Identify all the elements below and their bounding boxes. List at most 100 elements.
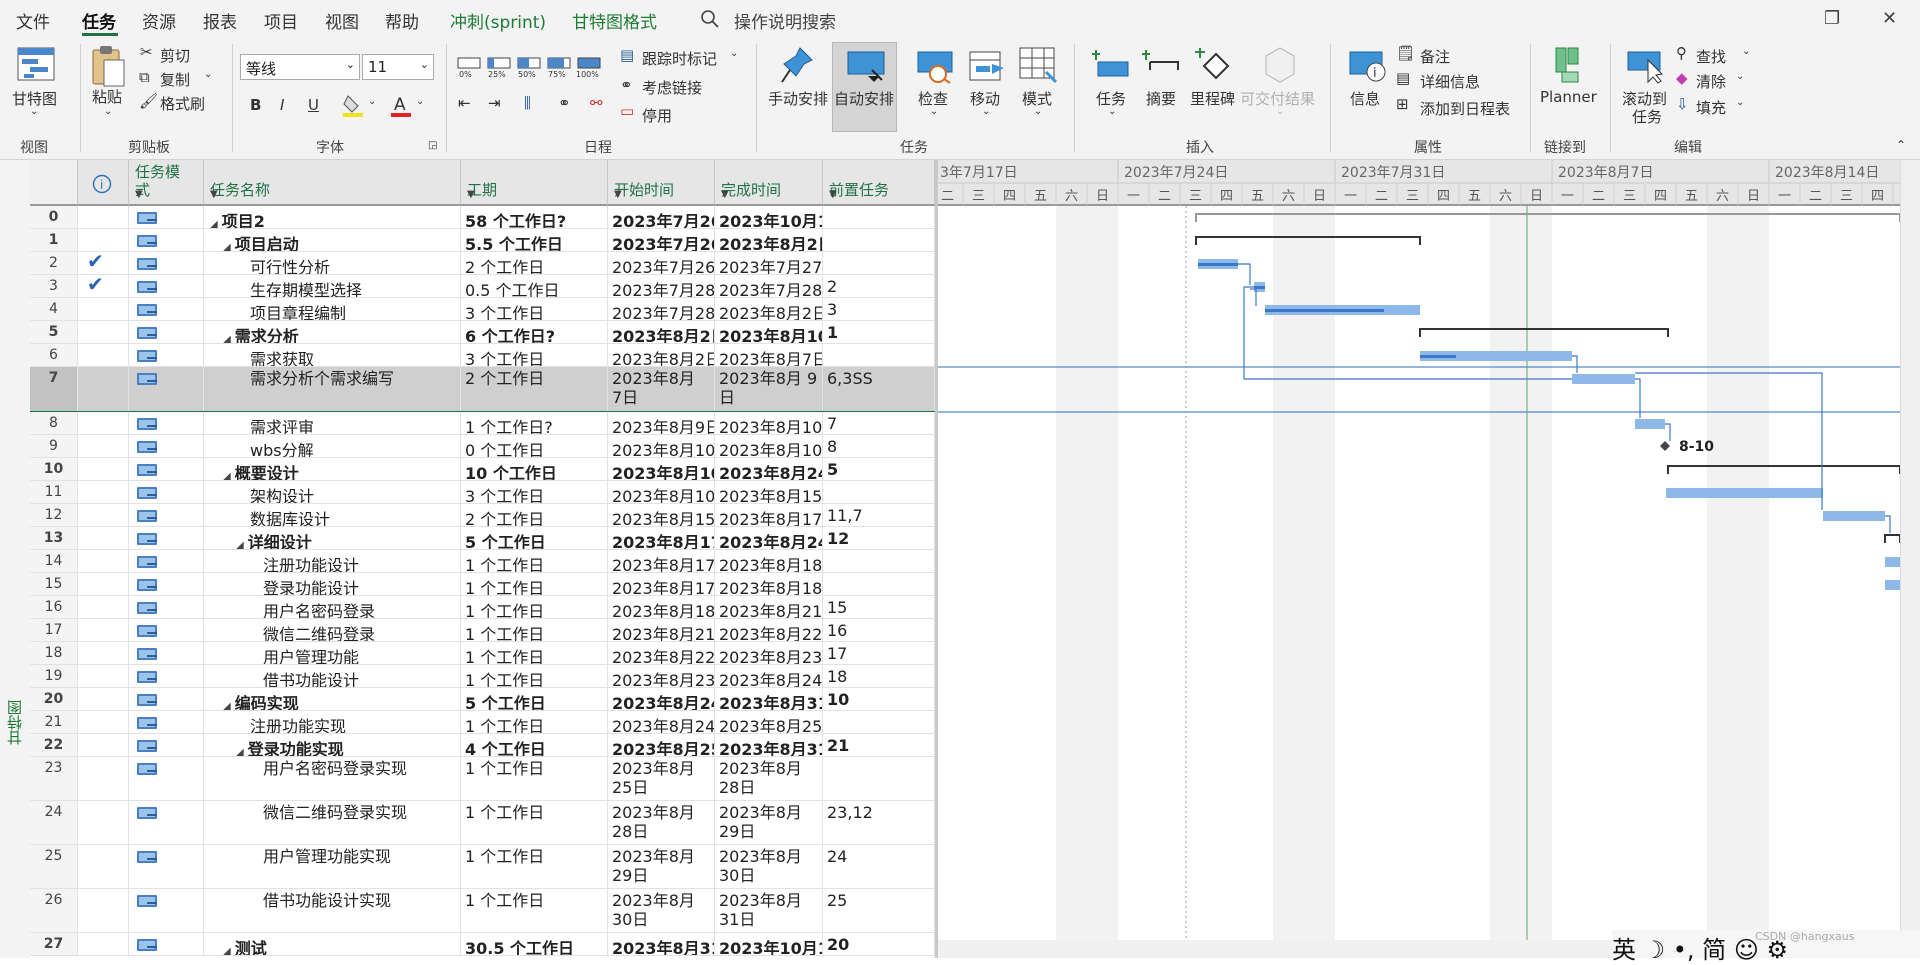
- collapse-icon[interactable]: ◢: [223, 471, 231, 480]
- scissors-icon[interactable]: ✂: [140, 43, 153, 61]
- row-id-cell[interactable]: 6: [30, 344, 78, 366]
- duration-cell[interactable]: 5.5 个工作日: [461, 229, 608, 251]
- task-mode-cell[interactable]: [129, 573, 204, 595]
- task-name-cell[interactable]: ◢ 登录功能实现: [204, 734, 461, 756]
- finish-cell[interactable]: 2023年8月25: [715, 711, 823, 733]
- predecessors-cell[interactable]: 6,3SS: [823, 367, 935, 411]
- task-mode-cell[interactable]: [129, 801, 204, 844]
- finish-cell[interactable]: 2023年8月2日: [715, 229, 823, 251]
- row-id-cell[interactable]: 16: [30, 596, 78, 618]
- duration-cell[interactable]: 1 个工作日: [461, 757, 608, 800]
- tab-view[interactable]: 视图: [325, 8, 359, 33]
- font-family-select[interactable]: 等线 ⌄: [240, 54, 360, 80]
- start-cell[interactable]: 2023年8月15: [608, 504, 715, 526]
- predecessors-cell[interactable]: [823, 711, 935, 733]
- table-row[interactable]: 22 ◢ 登录功能实现 4 个工作日 2023年8月25 2023年8月31 21: [30, 734, 935, 757]
- finish-cell[interactable]: 2023年8月17: [715, 504, 823, 526]
- find-button[interactable]: 查找: [1696, 46, 1726, 67]
- duration-cell[interactable]: 1 个工作日: [461, 596, 608, 618]
- fill-dropdown[interactable]: ⌄: [1736, 97, 1744, 108]
- finish-cell[interactable]: 2023年8月10: [715, 412, 823, 434]
- duration-cell[interactable]: 0.5 个工作日: [461, 275, 608, 297]
- link-tasks-icon[interactable]: ⚭: [558, 94, 571, 112]
- task-mode-cell[interactable]: [129, 711, 204, 733]
- header-task-name[interactable]: 任务名称 ▼: [204, 160, 461, 206]
- table-row[interactable]: 15 登录功能设计 1 个工作日 2023年8月17 2023年8月18: [30, 573, 935, 596]
- row-id-cell[interactable]: 11: [30, 481, 78, 503]
- predecessors-cell[interactable]: 10: [823, 688, 935, 710]
- respect-links-button[interactable]: 考虑链接: [642, 77, 702, 98]
- finish-cell[interactable]: 2023年7月28: [715, 275, 823, 297]
- row-id-cell[interactable]: 25: [30, 845, 78, 888]
- finish-cell[interactable]: 2023年8月18: [715, 550, 823, 572]
- table-row[interactable]: 3 ✔ 生存期模型选择 0.5 个工作日 2023年7月28 2023年7月28 2: [30, 275, 935, 298]
- search-icon[interactable]: [700, 9, 720, 29]
- unlink-tasks-icon[interactable]: ⚯: [590, 94, 603, 112]
- predecessors-cell[interactable]: 25: [823, 889, 935, 932]
- finish-cell[interactable]: 2023年8月 28日: [715, 757, 823, 800]
- predecessors-cell[interactable]: 17: [823, 642, 935, 664]
- fill-button[interactable]: 填充: [1696, 97, 1726, 118]
- table-row[interactable]: 6 需求获取 3 个工作日 2023年8月2日 2023年8月7日: [30, 344, 935, 367]
- row-id-cell[interactable]: 18: [30, 642, 78, 664]
- tab-report[interactable]: 报表: [203, 8, 237, 33]
- task-mode-cell[interactable]: [129, 298, 204, 320]
- start-cell[interactable]: 2023年8月 25日: [608, 757, 715, 800]
- row-id-cell[interactable]: 5: [30, 321, 78, 343]
- table-row[interactable]: 23 用户名密码登录实现 1 个工作日 2023年8月 25日 2023年8月 28日: [30, 757, 935, 801]
- task-name-cell[interactable]: 登录功能设计: [204, 573, 461, 595]
- duration-cell[interactable]: 2 个工作日: [461, 252, 608, 274]
- predecessors-cell[interactable]: 7: [823, 412, 935, 434]
- tab-gantt-format[interactable]: 甘特图格式: [572, 8, 657, 33]
- header-start[interactable]: 开始时间 ▼: [608, 160, 715, 206]
- predecessors-cell[interactable]: 20: [823, 933, 935, 955]
- table-row[interactable]: 16 用户名密码登录 1 个工作日 2023年8月18 2023年8月21 15: [30, 596, 935, 619]
- tab-task[interactable]: 任务: [82, 8, 116, 33]
- summary-button[interactable]: 摘要: [1146, 88, 1176, 109]
- task-name-cell[interactable]: 借书功能设计: [204, 665, 461, 687]
- task-mode-cell[interactable]: [129, 275, 204, 297]
- tab-project[interactable]: 项目: [264, 8, 298, 33]
- predecessors-cell[interactable]: 24: [823, 845, 935, 888]
- header-predecessors[interactable]: 前置任务 ▼: [823, 160, 935, 206]
- row-id-cell[interactable]: 23: [30, 757, 78, 800]
- collapse-icon[interactable]: ◢: [223, 701, 231, 710]
- predecessors-cell[interactable]: 5: [823, 458, 935, 480]
- task-mode-cell[interactable]: [129, 596, 204, 618]
- row-id-cell[interactable]: 27: [30, 933, 78, 955]
- task-name-cell[interactable]: ◢ 需求分析: [204, 321, 461, 343]
- deliverable-dropdown[interactable]: ⌄: [1276, 106, 1284, 117]
- header-duration[interactable]: 工期 ▼: [461, 160, 608, 206]
- duration-cell[interactable]: 1 个工作日: [461, 711, 608, 733]
- task-name-cell[interactable]: 注册功能设计: [204, 550, 461, 572]
- start-cell[interactable]: 2023年8月22: [608, 642, 715, 664]
- close-icon[interactable]: ✕: [1882, 8, 1897, 29]
- start-cell[interactable]: 2023年8月9日: [608, 412, 715, 434]
- move-dropdown[interactable]: ⌄: [982, 106, 990, 117]
- finish-cell[interactable]: 2023年8月 29日: [715, 801, 823, 844]
- inspect-dropdown[interactable]: ⌄: [930, 106, 938, 117]
- task-name-cell[interactable]: 注册功能实现: [204, 711, 461, 733]
- row-id-cell[interactable]: 14: [30, 550, 78, 572]
- start-cell[interactable]: 2023年7月26: [608, 229, 715, 251]
- task-mode-cell[interactable]: [129, 550, 204, 572]
- start-cell[interactable]: 2023年8月24: [608, 688, 715, 710]
- table-row[interactable]: 12 数据库设计 2 个工作日 2023年8月15 2023年8月17 11,7: [30, 504, 935, 527]
- task-name-cell[interactable]: ◢ 详细设计: [204, 527, 461, 549]
- duration-cell[interactable]: 2 个工作日: [461, 367, 608, 411]
- task-name-cell[interactable]: wbs分解: [204, 435, 461, 457]
- row-id-cell[interactable]: 24: [30, 801, 78, 844]
- inspect-icon[interactable]: [916, 50, 954, 84]
- row-id-cell[interactable]: 2: [30, 252, 78, 274]
- predecessors-cell[interactable]: [823, 573, 935, 595]
- table-row[interactable]: 27 ◢ 测试 30.5 个工作日 2023年8月31 2023年10月1 20: [30, 933, 935, 956]
- header-info[interactable]: i: [78, 160, 129, 206]
- paste-icon[interactable]: [90, 44, 126, 88]
- gantt-view-dropdown[interactable]: ⌄: [30, 106, 38, 117]
- outdent-icon[interactable]: ⇤: [458, 94, 471, 112]
- row-id-cell[interactable]: 9: [30, 435, 78, 457]
- font-color-icon[interactable]: A: [390, 94, 412, 118]
- font-dialog-launcher-icon[interactable]: ◲: [428, 140, 437, 151]
- task-mode-cell[interactable]: [129, 412, 204, 434]
- copy-icon[interactable]: ⧉: [139, 68, 150, 86]
